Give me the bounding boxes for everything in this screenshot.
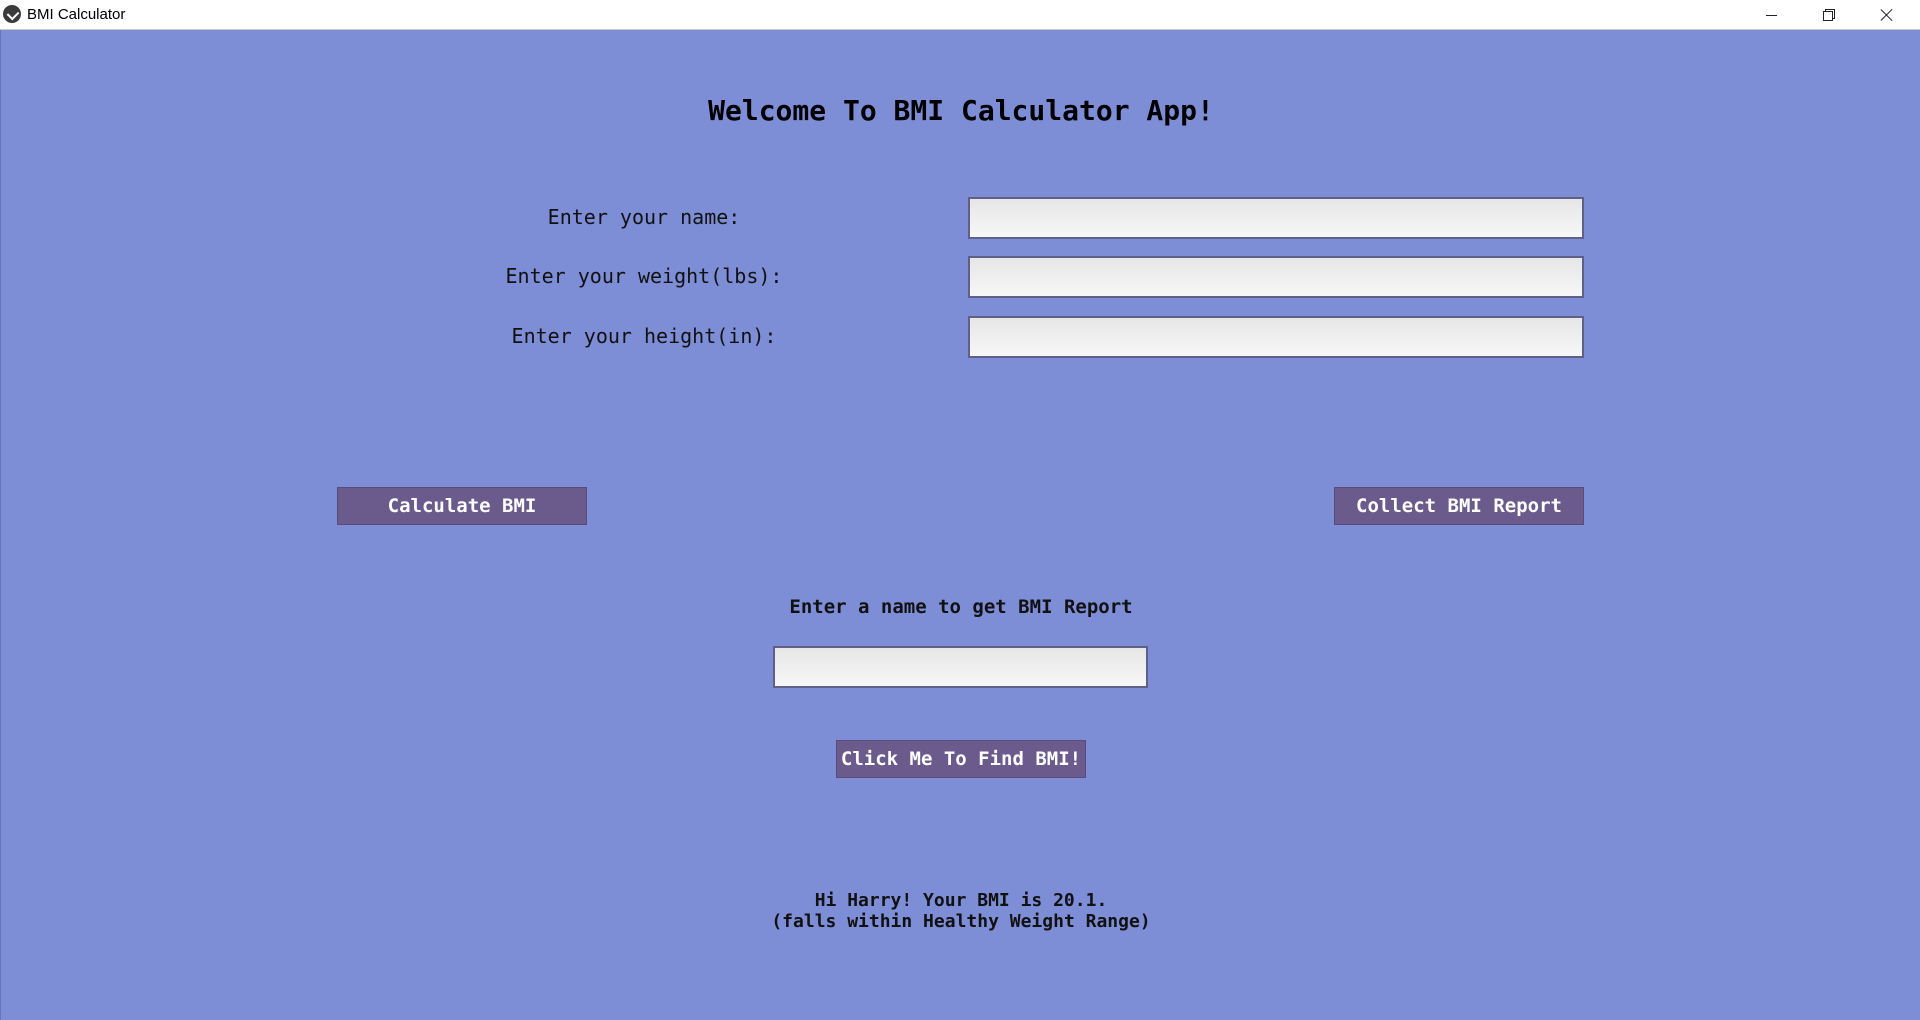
name-input[interactable] xyxy=(968,197,1584,239)
minimize-icon xyxy=(1765,15,1777,16)
weight-input[interactable] xyxy=(968,256,1584,298)
report-label: Enter a name to get BMI Report xyxy=(789,596,1133,618)
title-bar: BMI Calculator xyxy=(0,0,1920,30)
app-logo-icon xyxy=(3,5,21,23)
height-input[interactable] xyxy=(968,316,1584,358)
restore-icon xyxy=(1823,8,1835,21)
close-icon xyxy=(1880,8,1894,22)
collect-bmi-report-button[interactable]: Collect BMI Report xyxy=(1334,487,1584,525)
result-line-1: Hi Harry! Your BMI is 20.1. xyxy=(814,890,1108,911)
weight-label: Enter your weight(lbs): xyxy=(505,264,783,288)
result-message: Hi Harry! Your BMI is 20.1. (falls withi… xyxy=(1,890,1920,932)
find-bmi-button[interactable]: Click Me To Find BMI! xyxy=(836,740,1086,778)
minimize-button[interactable] xyxy=(1742,0,1800,29)
result-line-2: (falls within Healthy Weight Range) xyxy=(771,911,1151,932)
report-name-input[interactable] xyxy=(773,646,1148,688)
window-title: BMI Calculator xyxy=(27,6,126,23)
calculate-bmi-button[interactable]: Calculate BMI xyxy=(337,487,587,525)
main-content: Welcome To BMI Calculator App! Enter you… xyxy=(0,30,1920,1020)
page-title: Welcome To BMI Calculator App! xyxy=(708,94,1214,127)
name-label: Enter your name: xyxy=(547,205,741,229)
restore-button[interactable] xyxy=(1800,0,1858,29)
height-label: Enter your height(in): xyxy=(511,324,777,348)
close-button[interactable] xyxy=(1858,0,1916,29)
